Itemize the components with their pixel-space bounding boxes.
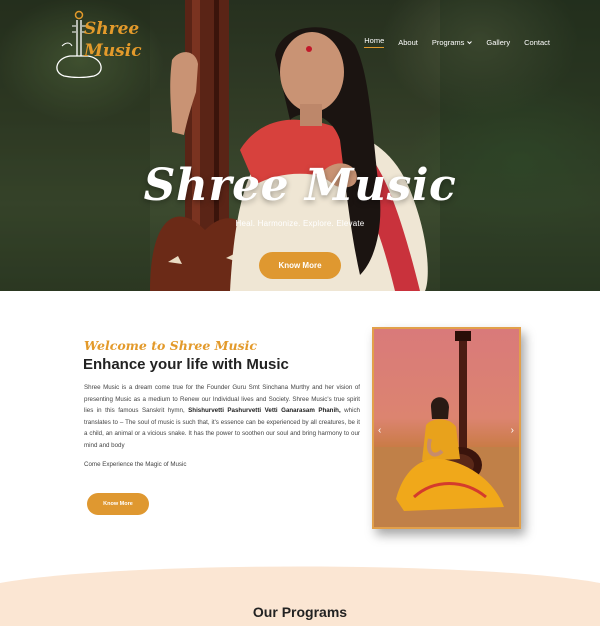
programs-heading: Our Programs <box>252 604 348 620</box>
hero-subtitle: Heal. Harmonize. Explore. Elevate <box>235 219 365 228</box>
hero-section: Shree Music Home About Programs Gallery … <box>0 0 600 291</box>
welcome-paragraph: Shree Music is a dream come true for the… <box>84 382 360 452</box>
welcome-kicker: Welcome to Shree Music <box>84 338 257 353</box>
chevron-down-icon <box>467 40 473 44</box>
nav-item-programs[interactable]: Programs <box>432 38 473 47</box>
logo-text[interactable]: Shree Music <box>84 18 144 62</box>
nav-item-home[interactable]: Home <box>364 36 385 48</box>
hero-title: Shree Music <box>143 160 457 211</box>
image-slider: ‹ › <box>372 327 521 529</box>
nav-item-gallery[interactable]: Gallery <box>486 38 510 47</box>
nav-item-programs-label: Programs <box>431 37 465 47</box>
hero-know-more-button[interactable]: Know More <box>259 252 341 279</box>
slider-image <box>374 331 519 527</box>
welcome-know-more-button[interactable]: Know More <box>87 493 149 515</box>
slider-prev-arrow-icon[interactable]: ‹ <box>378 425 381 436</box>
slider-next-arrow-icon[interactable]: › <box>511 425 514 436</box>
welcome-heading: Enhance your life with Music <box>83 356 289 373</box>
main-nav: Home About Programs Gallery Contact <box>364 36 550 48</box>
nav-item-about[interactable]: About <box>398 38 418 47</box>
welcome-tagline: Come Experience the Magic of Music <box>84 461 187 468</box>
welcome-body-hymn: Shishurvetti Pashurvetti Vetti Ganarasam… <box>188 407 341 415</box>
nav-item-contact[interactable]: Contact <box>524 38 550 47</box>
